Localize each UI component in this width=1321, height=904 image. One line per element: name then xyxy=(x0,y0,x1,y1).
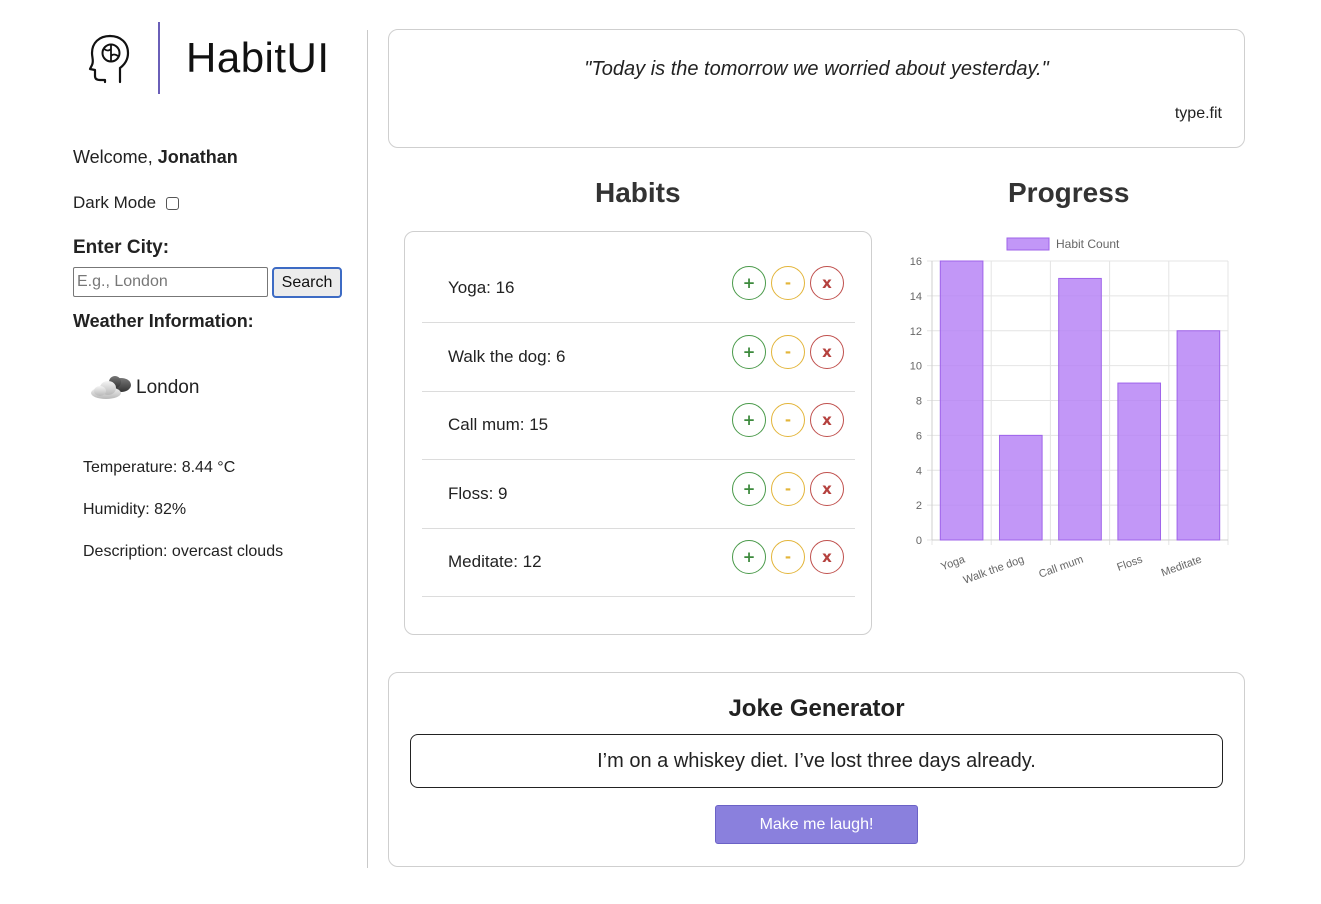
city-input[interactable] xyxy=(73,267,268,297)
x-tick-label: Walk the dog xyxy=(962,554,1026,587)
delete-button[interactable]: x xyxy=(810,335,844,369)
bar xyxy=(939,260,984,541)
dark-mode-checkbox[interactable] xyxy=(166,196,180,210)
app-name: HabitUI xyxy=(186,34,330,81)
increment-button[interactable]: + xyxy=(732,472,766,506)
x-tick-label: Call mum xyxy=(1037,554,1085,581)
joke-text-box: I’m on a whiskey diet. I’ve lost three d… xyxy=(410,734,1223,788)
y-tick-label: 14 xyxy=(910,291,922,303)
welcome-prefix: Welcome, xyxy=(73,147,158,167)
progress-title: Progress xyxy=(1008,177,1130,208)
habit-row: Meditate: 12 + - x xyxy=(422,528,855,597)
y-tick-label: 2 xyxy=(916,500,922,512)
x-tick-label: Meditate xyxy=(1160,554,1204,580)
y-tick-label: 10 xyxy=(910,361,922,373)
legend-label: Habit Count xyxy=(1056,237,1120,251)
habit-row: Floss: 9 + - x xyxy=(422,460,855,529)
cloud-icon xyxy=(91,376,131,399)
y-tick-label: 12 xyxy=(910,326,922,338)
habit-label: Floss: 9 xyxy=(448,484,508,503)
joke-card: Joke Generator I’m on a whiskey diet. I’… xyxy=(388,672,1245,867)
weather-city-name: London xyxy=(136,377,200,398)
x-tick-label: Floss xyxy=(1115,553,1144,573)
increment-button[interactable]: + xyxy=(732,540,766,574)
weather-humidity: Humidity: 82% xyxy=(83,501,187,518)
weather-description: Description: overcast clouds xyxy=(83,543,284,560)
quote-card: "Today is the tomorrow we worried about … xyxy=(388,29,1245,148)
head-brain-icon xyxy=(88,34,130,84)
decrement-button[interactable]: - xyxy=(771,540,805,574)
city-label: Enter City: xyxy=(73,237,170,258)
y-tick-label: 6 xyxy=(916,430,922,442)
legend-swatch xyxy=(1006,237,1050,251)
weather-temperature: Temperature: 8.44 °C xyxy=(83,459,236,476)
welcome-message: Welcome, Jonathan xyxy=(73,147,238,168)
logo-divider xyxy=(158,22,160,94)
y-tick-label: 8 xyxy=(916,396,922,408)
bar xyxy=(1117,382,1162,541)
x-tick-label: Yoga xyxy=(939,553,967,573)
bar xyxy=(1058,277,1102,541)
habit-label: Yoga: 16 xyxy=(448,278,515,297)
quote-text: "Today is the tomorrow we worried about … xyxy=(584,58,1049,80)
weather-city: London xyxy=(88,373,199,403)
delete-button[interactable]: x xyxy=(810,403,844,437)
habits-card: Yoga: 16 + - x Walk the dog: 6 + - x Cal… xyxy=(404,231,872,635)
habit-label: Walk the dog: 6 xyxy=(448,347,566,366)
y-tick-label: 0 xyxy=(916,535,922,547)
username: Jonathan xyxy=(157,147,238,167)
dark-mode-label: Dark Mode xyxy=(73,193,157,212)
habit-row: Yoga: 16 + - x xyxy=(422,254,855,323)
delete-button[interactable]: x xyxy=(810,472,844,506)
habits-title: Habits xyxy=(595,177,681,208)
decrement-button[interactable]: - xyxy=(771,335,805,369)
habit-label: Meditate: 12 xyxy=(448,552,542,571)
make-me-laugh-button[interactable]: Make me laugh! xyxy=(715,805,918,844)
habit-row: Call mum: 15 + - x xyxy=(422,391,855,460)
delete-button[interactable]: x xyxy=(810,266,844,300)
bar xyxy=(998,434,1043,541)
increment-button[interactable]: + xyxy=(732,403,766,437)
app-logo: HabitUI xyxy=(88,22,330,94)
joke-text: I’m on a whiskey diet. I’ve lost three d… xyxy=(597,749,1036,772)
decrement-button[interactable]: - xyxy=(771,266,805,300)
y-tick-label: 4 xyxy=(916,465,922,477)
bar xyxy=(1176,330,1221,541)
increment-button[interactable]: + xyxy=(732,335,766,369)
decrement-button[interactable]: - xyxy=(771,472,805,506)
quote-author: type.fit xyxy=(1174,105,1222,122)
delete-button[interactable]: x xyxy=(810,540,844,574)
progress-chart-svg: 0 2 4 6 8 10 12 14 16 YogaWalk the dog Call mum Flo… xyxy=(910,237,1229,587)
progress-chart: 0 2 4 6 8 10 12 14 16 Yoga Walk the dog Call mum Flo… xyxy=(900,230,1240,600)
dark-mode-toggle-row: Dark Mode xyxy=(73,193,180,213)
joke-title: Joke Generator xyxy=(728,695,905,722)
weather-title: Weather Information: xyxy=(73,311,254,331)
habit-row: Walk the dog: 6 + - x xyxy=(422,323,855,392)
habit-label: Call mum: 15 xyxy=(448,415,549,434)
search-button[interactable]: Search xyxy=(272,267,342,298)
y-tick-label: 16 xyxy=(910,256,922,268)
increment-button[interactable]: + xyxy=(732,266,766,300)
decrement-button[interactable]: - xyxy=(771,403,805,437)
